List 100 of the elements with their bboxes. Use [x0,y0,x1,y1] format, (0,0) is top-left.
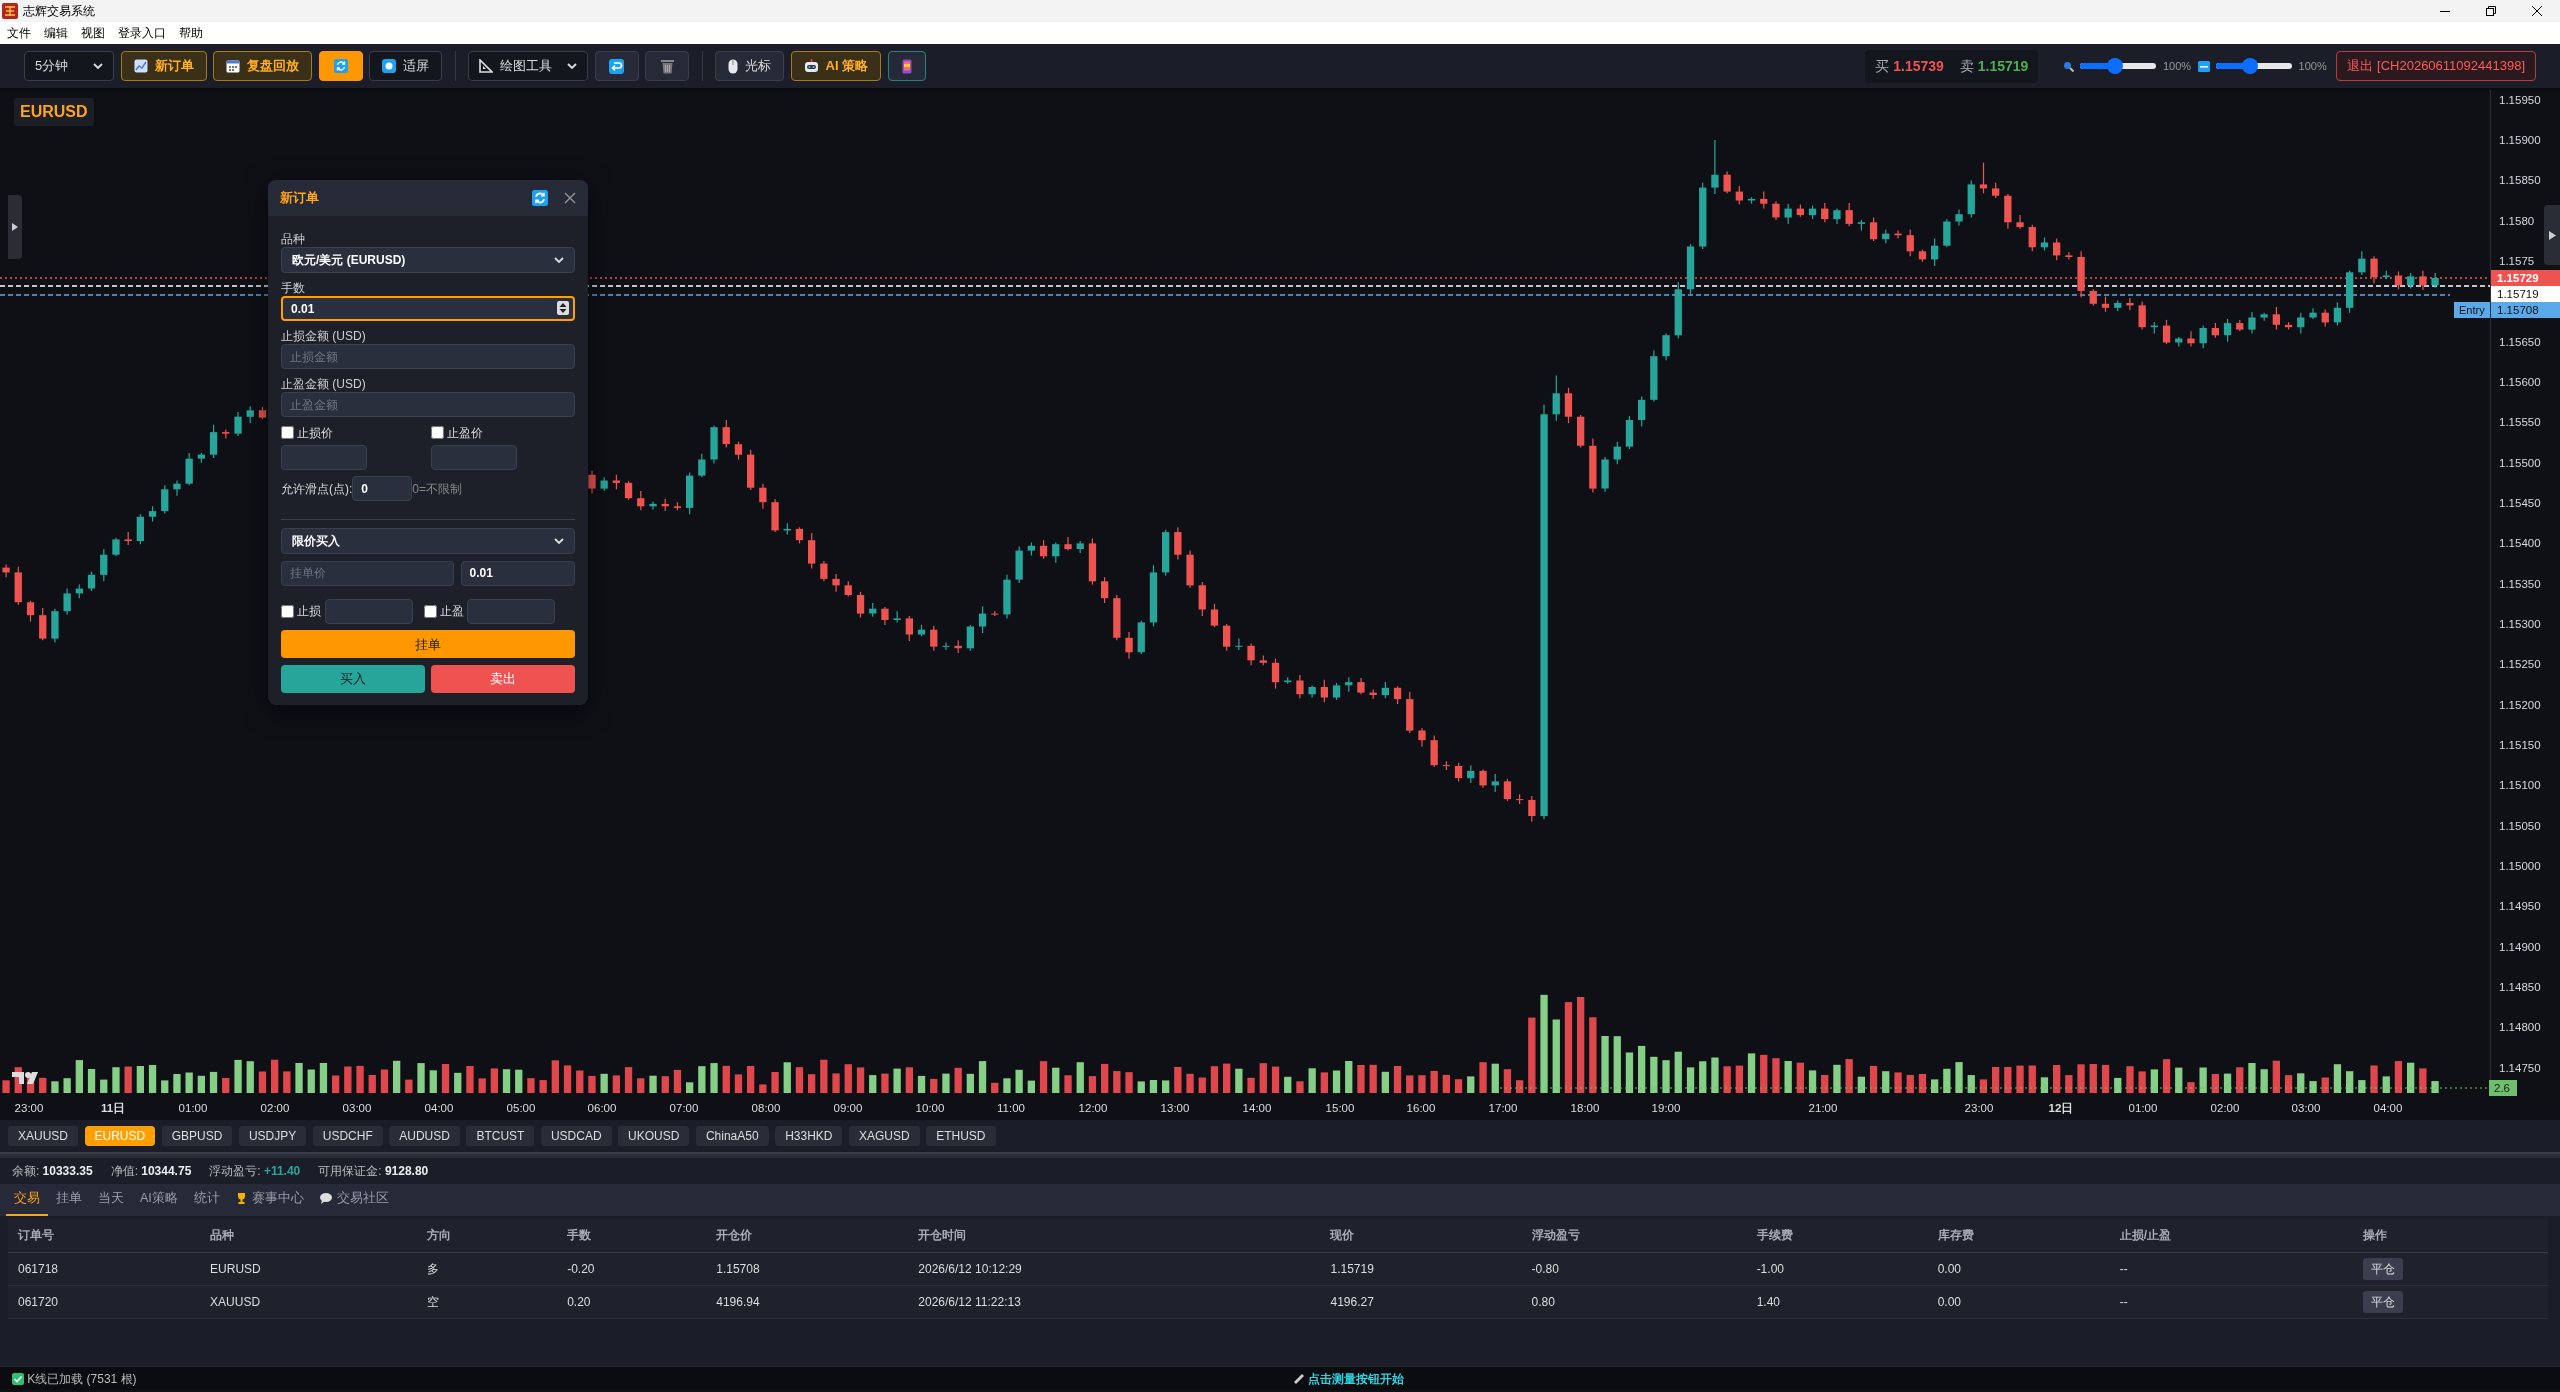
new-order-button[interactable]: 新订单 [120,51,207,81]
buy-price: 买 1.15739 [1875,56,1944,76]
time-label: 17:00 [1487,1101,1519,1116]
symbol-tab[interactable]: BTCUST [466,1126,535,1146]
time-label: 11:00 [996,1101,1026,1116]
timeframe-dropdown[interactable]: 5分钟 [24,51,114,81]
place-order-button[interactable]: 挂单 [281,630,575,659]
price-tag: 1.15719 [2491,286,2560,302]
menu-item[interactable]: 编辑 [40,24,71,42]
table-cell: 1.15719 [1330,1261,1374,1276]
column-header: 品种 [200,1218,418,1252]
checkbox-label: 止损价 [297,424,334,442]
panel-tab[interactable]: AI策略 [132,1183,186,1216]
time-label: 10:00 [914,1101,946,1116]
checkbox-label: 止损 [297,603,322,621]
symbol-tab[interactable]: H33HKD [775,1126,843,1146]
column-header: 现价 [1320,1218,1522,1252]
table-cell: -- [2119,1294,2128,1309]
table-cell: 4196.27 [1330,1294,1374,1309]
menu-item[interactable]: 文件 [3,24,34,42]
order-type-dropdown[interactable]: 限价买入 [281,528,575,555]
stop-loss-amount-field[interactable]: 止损金额 [281,344,575,369]
buy-button[interactable]: 买入 [281,664,425,693]
price-label: 1.15350 [2499,576,2541,591]
symbol-tab[interactable]: GBPUSD [161,1126,233,1146]
close-position-button[interactable]: 平仓 [2362,1257,2403,1280]
column-header: 开仓价 [706,1218,909,1252]
slippage-input-field[interactable]: 0 [352,476,413,502]
time-label: 21:00 [1807,1101,1839,1116]
symbol-tab[interactable]: UKOUSD [618,1126,690,1146]
close-position-button[interactable]: 平仓 [2362,1290,2403,1313]
fit-screen-button[interactable]: 适屏 [369,51,442,81]
time-label: 18:00 [1569,1101,1601,1116]
panel-tab[interactable]: 挂单 [48,1183,90,1216]
time-label: 06:00 [586,1101,618,1116]
column-header: 订单号 [8,1218,201,1252]
table-cell: 0.20 [567,1294,591,1309]
price-label: 1.1580 [2499,213,2535,228]
column-header: 浮动盈亏 [1521,1218,1747,1252]
price-label: 1.15650 [2499,334,2541,349]
table-cell: 061718 [18,1261,59,1276]
exit-button[interactable]: 退出 [CH20260611092441398] [2336,51,2536,81]
ai-strategy-button[interactable]: AI 策略 [790,51,882,81]
price-label: 1.15200 [2499,697,2541,712]
pending-price-field[interactable]: 挂单价 [281,560,454,586]
take-profit-amount-field[interactable]: 止盈金额 [281,392,575,417]
symbol-tab[interactable]: AUDUSD [389,1126,460,1146]
price-label: 1.14800 [2499,1020,2541,1035]
zoom-reading: 100% [2298,58,2327,74]
drawing-tools-dropdown[interactable]: 绘图工具 [468,51,588,81]
hint-text: 0=不限制 [412,480,462,498]
time-label: 03:00 [2290,1101,2322,1116]
price-label: 1.15500 [2499,455,2541,470]
time-label: 01:00 [2127,1101,2159,1116]
entry-label: Entry [2454,302,2490,318]
symbol-tab[interactable]: USDCAD [540,1126,612,1146]
table-cell: -0.80 [1531,1261,1559,1276]
pending-lots-field[interactable]: 0.01 [460,560,575,586]
sell-price: 卖 1.15719 [1959,56,2029,76]
symbol-tab[interactable]: ChinaA50 [695,1126,769,1146]
symbol-tab[interactable]: XAGUSD [849,1126,920,1146]
table-cell: EURUSD [210,1261,261,1276]
menu-item[interactable]: 视图 [77,24,108,42]
account-label: 净值: [110,1163,138,1180]
symbol-tab[interactable]: XAUUSD [8,1126,78,1146]
table-cell: 1.15708 [716,1261,760,1276]
table-cell: 0.00 [1937,1261,1962,1276]
panel-tab[interactable]: 当天 [90,1183,132,1216]
symbol-tab[interactable]: ETHUSD [926,1126,996,1146]
time-label: 09:00 [832,1101,864,1116]
window-title: 志辉交易系统 [23,3,95,20]
symbol-dropdown[interactable]: 欧元/美元 (EURUSD) [281,247,575,273]
account-value: 10344.75 [141,1163,192,1180]
menu-item[interactable]: 登录入口 [114,24,169,42]
panel-tab[interactable]: 交易社区 [311,1183,397,1216]
time-label: 13:00 [1159,1101,1191,1116]
menu-item[interactable]: 帮助 [175,24,206,42]
lots-input-field[interactable]: 0.01 [281,296,575,321]
table-cell: -- [2119,1261,2128,1276]
panel-tab[interactable]: 统计 [185,1183,228,1216]
time-label: 15:00 [1324,1101,1356,1116]
price-label: 1.1575 [2499,254,2535,268]
field-label: 止损金额 (USD) [281,329,367,344]
column-header: 操作 [2352,1218,2548,1252]
checkbox-label: 止盈 [440,603,464,621]
time-label: 01:00 [177,1101,209,1116]
cursor-button[interactable]: 光标 [715,51,784,81]
time-label: 02:00 [259,1101,291,1116]
symbol-label: EURUSD [14,98,94,126]
price-label: 1.15050 [2499,818,2541,833]
table-cell: 2026/6/12 10:12:29 [918,1261,1022,1276]
replay-button[interactable]: 复盘回放 [213,51,312,81]
column-header: 手续费 [1746,1218,1928,1252]
price-tag: 1.15708 [2491,302,2560,318]
symbol-tab[interactable]: USDJPY [238,1126,307,1146]
account-label: 浮动盈亏: [209,1163,261,1180]
time-label: 02:00 [2209,1101,2241,1116]
symbol-tab[interactable]: USDCHF [312,1126,383,1146]
panel-tab[interactable]: 赛事中心 [227,1183,312,1216]
account-value: +11.40 [263,1163,301,1180]
